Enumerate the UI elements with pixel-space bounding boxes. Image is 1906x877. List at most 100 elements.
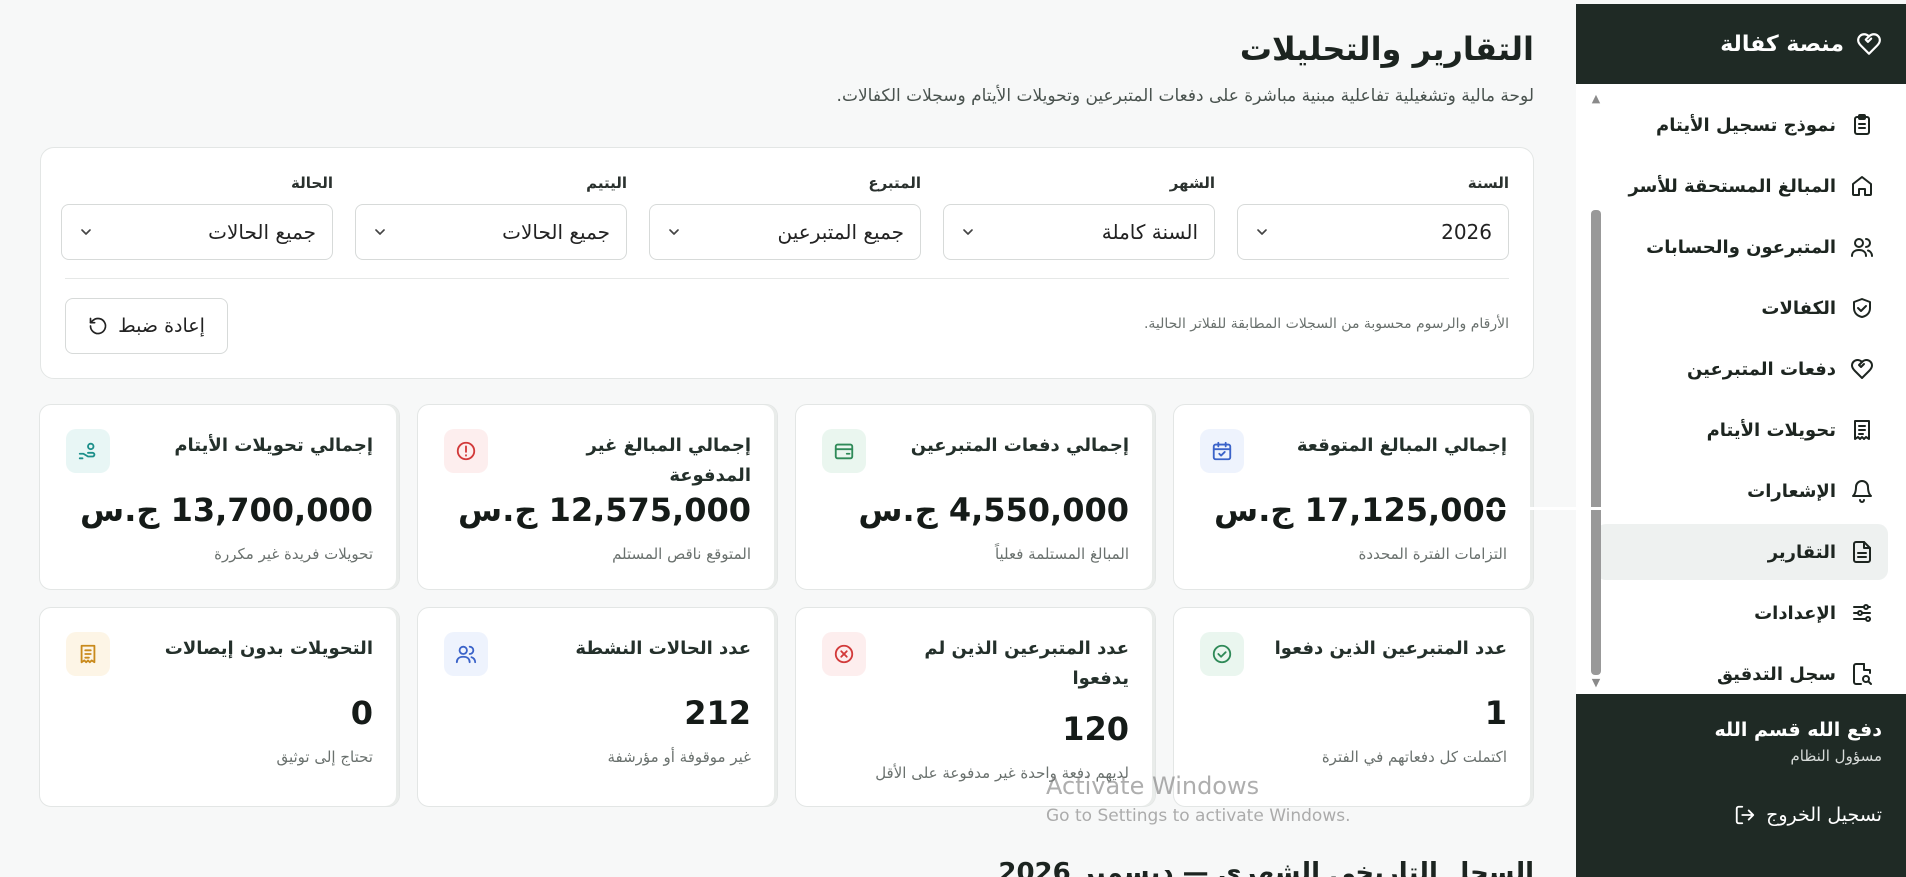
card-icon-box (822, 429, 866, 473)
card-icon-box (1200, 632, 1244, 676)
filters-panel: السنة 2026 الشهر السنة كاملة المتبرع جمي… (40, 147, 1534, 379)
card-title: التحويلات بدون إيصالات (164, 638, 373, 659)
chevron-down-icon (375, 229, 385, 235)
users-icon (1851, 238, 1873, 257)
stat-card-transfers-no-receipts: التحويلات بدون إيصالات 0 تحتاج إلى توثيق (39, 607, 400, 807)
sidebar-item-settings[interactable]: الإعدادات (1596, 585, 1888, 641)
brand[interactable]: منصة كفالة (1576, 4, 1906, 84)
sidebar-nav: نموذج تسجيل الأيتام المبالغ المستحقة للأ… (1576, 84, 1906, 694)
filter-label: المتبرع (868, 174, 921, 192)
sidebar-item-label: التقارير (1767, 541, 1836, 563)
x-circle-icon (834, 644, 854, 664)
card-subtext: المتوقع ناقص المستلم (612, 545, 751, 563)
sidebar-item-label: نموذج تسجيل الأيتام (1656, 114, 1836, 136)
scroll-thumb[interactable] (1591, 210, 1601, 675)
sidebar-item-reports[interactable]: التقارير (1596, 524, 1888, 580)
receipt-icon (80, 644, 96, 664)
card-title: عدد المتبرعين الذين لم يدفعوا (924, 638, 1129, 689)
scroll-down-arrow[interactable]: ▼ (1588, 674, 1604, 690)
heart-hand-icon (1851, 359, 1873, 379)
month-filter: الشهر السنة كاملة (943, 174, 1215, 260)
sidebar-scrollbar[interactable]: ▲ ▼ (1588, 90, 1604, 690)
calendar-check-icon (1212, 441, 1232, 461)
logout-button[interactable]: تسجيل الخروج (1602, 804, 1882, 826)
card-icon-box (444, 632, 488, 676)
main-content: التقارير والتحليلات لوحة مالية وتشغيلية … (0, 0, 1576, 877)
sidebar-item-orphan-registration[interactable]: نموذج تسجيل الأيتام (1596, 97, 1888, 153)
sidebar-item-donor-payments[interactable]: دفعات المتبرعين (1596, 341, 1888, 397)
card-value: 12,575,000 ج.س (458, 491, 751, 529)
select-value: جميع المتبرعين (777, 220, 904, 244)
card-title: إجمالي تحويلات الأيتام (174, 435, 373, 456)
month-select[interactable]: السنة كاملة (943, 204, 1215, 260)
chevron-down-icon (1257, 229, 1267, 235)
wallet-icon (834, 443, 854, 460)
select-value: 2026 (1441, 220, 1492, 244)
sidebar-item-audit-log[interactable]: سجل التدقيق (1596, 646, 1888, 702)
year-filter: السنة 2026 (1237, 174, 1509, 260)
heart-hand-icon (1857, 33, 1881, 55)
watermark-line1: Activate Windows (1046, 772, 1260, 800)
reset-label: إعادة ضبط (118, 315, 205, 337)
card-icon-box (1200, 429, 1244, 473)
select-value: جميع الحالات (208, 220, 316, 244)
filter-label: الحالة (291, 174, 333, 192)
page-title: التقارير والتحليلات (1239, 30, 1534, 68)
card-subtext: تحتاج إلى توثيق (276, 748, 373, 766)
history-section-title: السجل التاريخي الشهري — ديسمبر 2026 (998, 858, 1534, 877)
card-subtext: غير موقوفة أو مؤرشفة (607, 748, 751, 766)
hand-coins-icon (78, 442, 96, 460)
card-subtext: تحويلات فريدة غير مكررة (214, 545, 373, 563)
reset-icon (89, 317, 107, 335)
sidebar-item-orphan-transfers[interactable]: تحويلات الأيتام (1596, 402, 1888, 458)
card-subtext: التزامات الفترة المحددة (1358, 545, 1507, 563)
card-value: 17,125,000 ج.س (1214, 491, 1507, 529)
filter-label: اليتيم (586, 174, 627, 192)
card-value: 120 (1062, 710, 1129, 748)
bell-icon (1852, 480, 1872, 503)
reset-button[interactable]: إعادة ضبط (65, 298, 228, 354)
document-icon (1853, 541, 1871, 563)
orphan-select[interactable]: جميع الحالات (355, 204, 627, 260)
users-icon (455, 645, 477, 664)
card-value: 4,550,000 ج.س (858, 491, 1129, 529)
sidebar-item-label: دفعات المتبرعين (1686, 358, 1836, 380)
filter-label: الشهر (1169, 174, 1215, 192)
sidebar-item-notifications[interactable]: الإشعارات (1596, 463, 1888, 519)
active-indicator (1486, 507, 1606, 510)
card-title: عدد المتبرعين الذين دفعوا (1274, 638, 1507, 659)
status-filter: الحالة جميع الحالات (61, 174, 333, 260)
user-role: مسؤول النظام (1790, 747, 1882, 765)
select-value: السنة كاملة (1101, 220, 1198, 244)
audit-icon (1853, 663, 1872, 685)
chevron-down-icon (81, 229, 91, 235)
stat-card-orphan-transfers: إجمالي تحويلات الأيتام 13,700,000 ج.س تح… (39, 404, 400, 590)
scroll-up-arrow[interactable]: ▲ (1588, 90, 1604, 106)
card-icon-box (822, 632, 866, 676)
user-name: دفع الله قسم الله (1714, 719, 1882, 741)
sidebar-item-label: الإعدادات (1754, 602, 1836, 624)
check-circle-icon (1212, 644, 1232, 664)
card-title: عدد الحالات النشطة (575, 638, 751, 659)
chevron-down-icon (669, 229, 679, 235)
filters-note: الأرقام والرسوم محسوبة من السجلات المطاب… (1143, 316, 1509, 332)
sidebar-item-family-dues[interactable]: المبالغ المستحقة للأسر (1596, 158, 1888, 214)
donor-select[interactable]: جميع المتبرعين (649, 204, 921, 260)
donor-filter: المتبرع جميع المتبرعين (649, 174, 921, 260)
card-icon-box (444, 429, 488, 473)
sidebar-item-label: المبالغ المستحقة للأسر (1628, 175, 1836, 197)
card-value: 212 (684, 694, 751, 732)
card-title: إجمالي دفعات المتبرعين (910, 435, 1129, 456)
year-select[interactable]: 2026 (1237, 204, 1509, 260)
select-value: جميع الحالات (502, 220, 610, 244)
card-title: إجمالي المبالغ غير المدفوعة (586, 435, 751, 486)
alert-circle-icon (456, 441, 476, 461)
clipboard-icon (1854, 114, 1870, 135)
stat-card-donor-payments: إجمالي دفعات المتبرعين 4,550,000 ج.س الم… (795, 404, 1156, 590)
sidebar-item-donors-accounts[interactable]: المتبرعون والحسابات (1596, 219, 1888, 275)
card-value: 1 (1484, 694, 1507, 732)
status-select[interactable]: جميع الحالات (61, 204, 333, 260)
sidebar-item-sponsorships[interactable]: الكفالات (1596, 280, 1888, 336)
home-icon (1852, 176, 1872, 196)
stat-card-unpaid-total: إجمالي المبالغ غير المدفوعة 12,575,000 ج… (417, 404, 778, 590)
